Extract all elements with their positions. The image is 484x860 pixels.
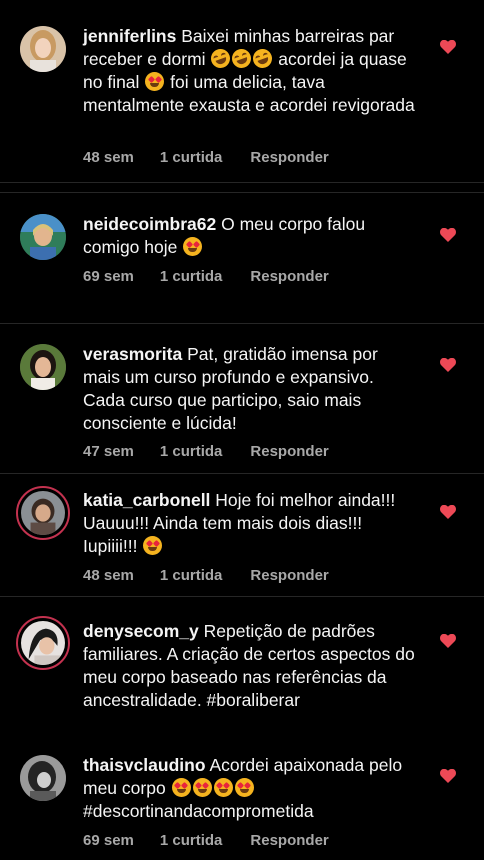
avatar-photo [20, 214, 66, 260]
comment-meta: 69 sem 1 curtida Responder [83, 268, 329, 285]
comment-username[interactable]: katia_carbonell [83, 490, 210, 510]
avatar-story-ring[interactable] [16, 616, 70, 670]
smiling-face-with-heart-eyes-emoji [145, 72, 165, 91]
rolling-on-floor-laughing-emoji [229, 46, 255, 71]
comment-time: 48 sem [83, 149, 134, 166]
comment-meta: 48 sem 1 curtida Responder [83, 567, 329, 584]
avatar[interactable] [20, 214, 66, 260]
divider [0, 596, 484, 597]
comment-time: 69 sem [83, 832, 134, 849]
like-heart-icon[interactable] [440, 358, 456, 372]
avatar-photo [21, 491, 65, 535]
comment-likes[interactable]: 1 curtida [160, 567, 223, 584]
comment-username[interactable]: thaisvclaudino [83, 755, 206, 775]
reply-button[interactable]: Responder [250, 443, 328, 460]
comment-username[interactable]: jenniferlins [83, 26, 176, 46]
avatar-photo [20, 26, 66, 72]
reply-button[interactable]: Responder [250, 567, 328, 584]
comment-text: katia_carbonell Hoje foi melhor ainda!!!… [83, 489, 418, 558]
comment-text: jenniferlins Baixei minhas barreiras par… [83, 25, 418, 117]
avatar-photo [21, 621, 65, 665]
comment-meta: 69 sem 1 curtida Responder [83, 832, 329, 849]
comment-body: #descortinandacomprometida [83, 801, 314, 821]
comment-time: 47 sem [83, 443, 134, 460]
avatar-photo [20, 344, 66, 390]
reply-button[interactable]: Responder [250, 268, 328, 285]
comment-username[interactable]: verasmorita [83, 344, 182, 364]
comment-text: verasmorita Pat, gratidão imensa por mai… [83, 343, 418, 435]
comment-username[interactable]: neidecoimbra62 [83, 214, 216, 234]
avatar[interactable] [20, 26, 66, 72]
reply-button[interactable]: Responder [250, 832, 328, 849]
comment-text: denysecom_y Repetição de padrões familia… [83, 620, 418, 712]
comment-likes[interactable]: 1 curtida [160, 149, 223, 166]
divider [0, 323, 484, 324]
smiling-face-with-heart-eyes-emoji [183, 237, 203, 256]
comment-likes[interactable]: 1 curtida [160, 443, 223, 460]
comment-time: 69 sem [83, 268, 134, 285]
like-heart-icon[interactable] [440, 634, 456, 648]
comment-likes[interactable]: 1 curtida [160, 268, 223, 285]
avatar-photo [20, 755, 66, 801]
comment-username[interactable]: denysecom_y [83, 621, 199, 641]
reply-button[interactable]: Responder [250, 149, 328, 166]
smiling-face-with-heart-eyes-emoji [234, 778, 254, 797]
rolling-on-floor-laughing-emoji [208, 46, 234, 71]
like-heart-icon[interactable] [440, 769, 456, 783]
like-heart-icon[interactable] [440, 40, 456, 54]
divider [0, 182, 484, 183]
smiling-face-with-heart-eyes-emoji [171, 778, 191, 797]
smiling-face-with-heart-eyes-emoji [213, 778, 233, 797]
avatar[interactable] [20, 344, 66, 390]
smiling-face-with-heart-eyes-emoji [192, 778, 212, 797]
rolling-on-floor-laughing-emoji [250, 46, 276, 71]
comment-time: 48 sem [83, 567, 134, 584]
divider [0, 473, 484, 474]
comment-likes[interactable]: 1 curtida [160, 832, 223, 849]
comment-meta: 48 sem 1 curtida Responder [83, 149, 329, 166]
comment-text: neidecoimbra62 O meu corpo falou comigo … [83, 213, 418, 259]
like-heart-icon[interactable] [440, 505, 456, 519]
comment-text: thaisvclaudino Acordei apaixonada pelo m… [83, 754, 418, 823]
divider [0, 192, 484, 193]
avatar-story-ring[interactable] [16, 486, 70, 540]
like-heart-icon[interactable] [440, 228, 456, 242]
comment-meta: 47 sem 1 curtida Responder [83, 443, 329, 460]
avatar[interactable] [20, 755, 66, 801]
smiling-face-with-heart-eyes-emoji [143, 536, 163, 555]
